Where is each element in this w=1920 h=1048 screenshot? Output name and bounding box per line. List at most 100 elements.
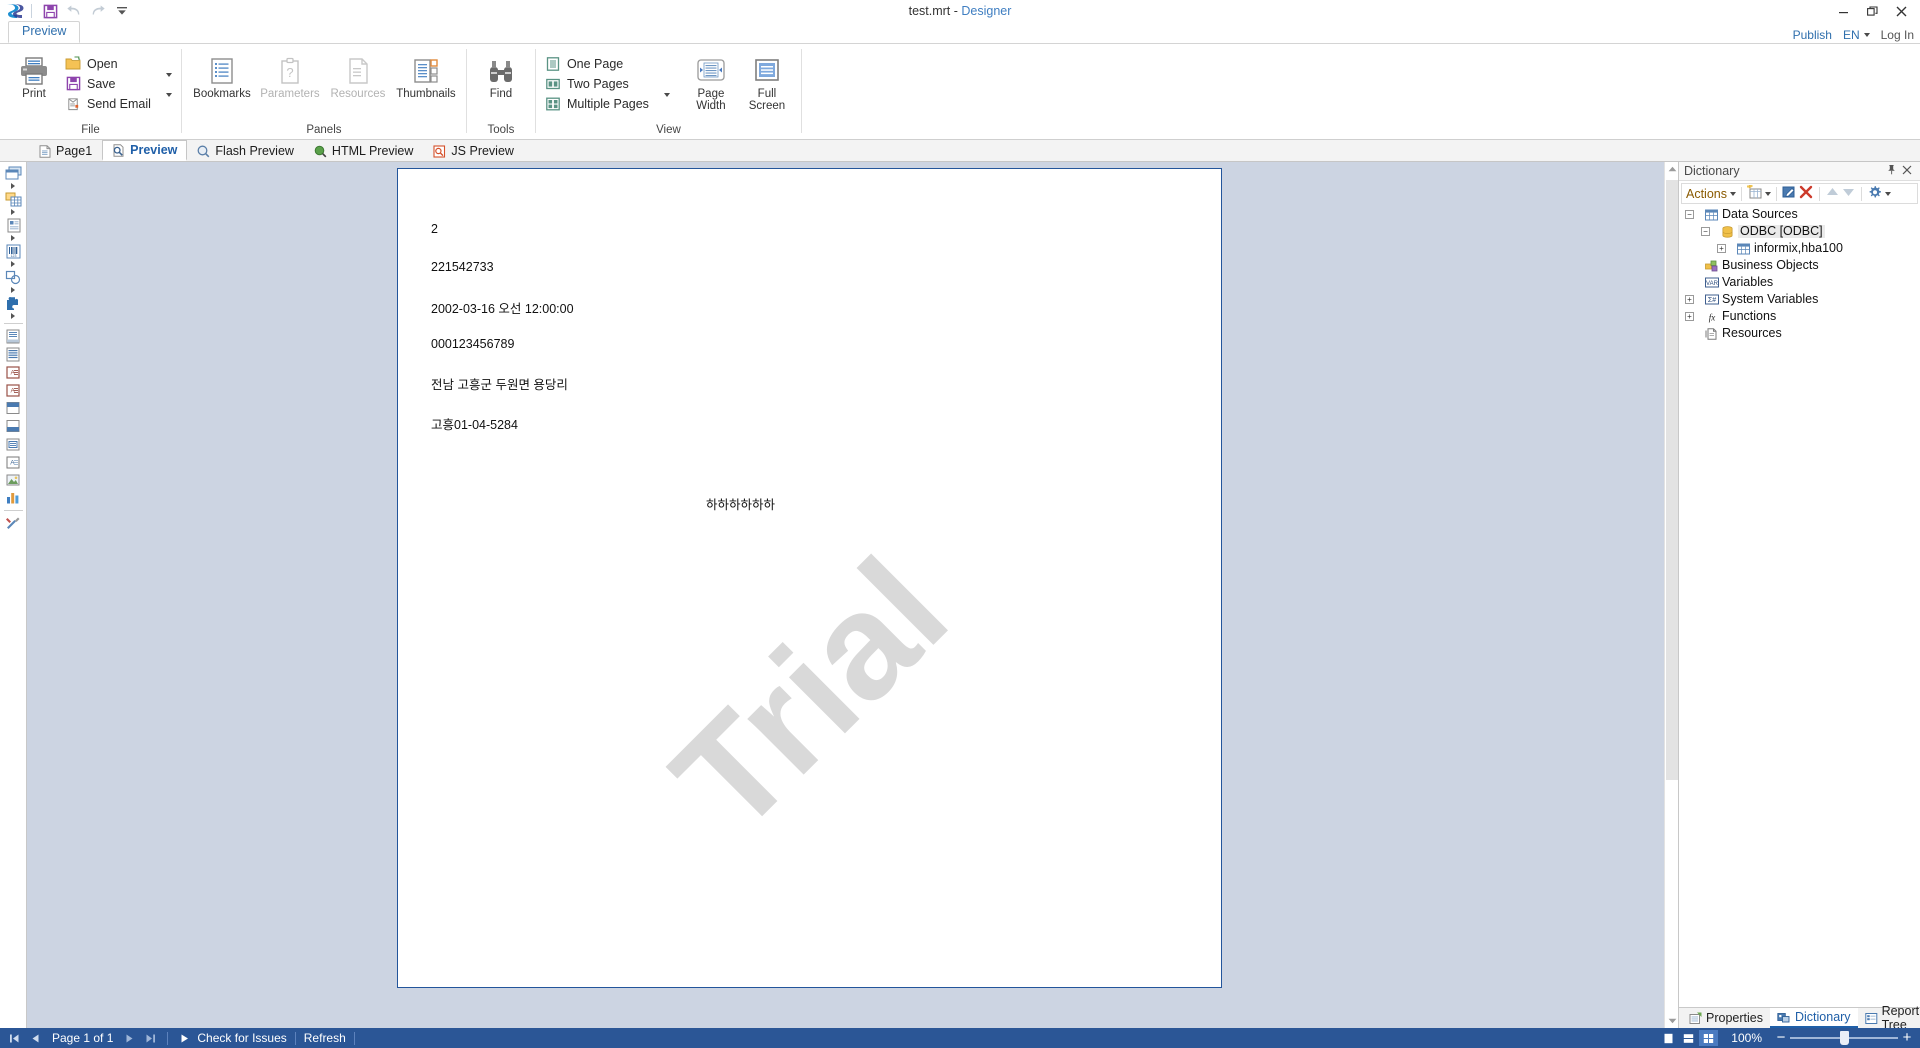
tree-node-variables[interactable]: VAR Variables bbox=[1685, 276, 1920, 289]
shape-icon[interactable] bbox=[2, 268, 24, 286]
refresh-button[interactable]: Refresh bbox=[302, 1031, 348, 1045]
language-selector[interactable]: EN bbox=[1843, 28, 1870, 42]
text-field-icon[interactable]: A bbox=[2, 453, 24, 471]
page-scroll-area[interactable]: Trial 2 221542733 2002-03-16 오선 12:00:00… bbox=[27, 162, 1678, 1028]
tab-page1[interactable]: Page1 bbox=[28, 140, 103, 161]
page-width-button[interactable]: Page Width bbox=[683, 50, 739, 112]
bookmarks-button[interactable]: Bookmarks bbox=[188, 50, 256, 100]
rich-text-icon[interactable]: A bbox=[2, 381, 24, 399]
report-title-band-icon[interactable] bbox=[2, 327, 24, 345]
text-box-icon[interactable]: A bbox=[2, 363, 24, 381]
parameters-button[interactable]: ? Parameters bbox=[256, 50, 324, 100]
panel-fill-bottom-icon[interactable] bbox=[2, 417, 24, 435]
panel-tab-dictionary[interactable]: Dictionary bbox=[1769, 1008, 1858, 1028]
find-button[interactable]: Find bbox=[473, 50, 529, 100]
gear-icon[interactable] bbox=[1868, 185, 1882, 202]
chevron-down-icon[interactable] bbox=[1730, 191, 1736, 196]
save-icon[interactable] bbox=[39, 1, 61, 21]
chevron-down-icon[interactable] bbox=[1765, 191, 1771, 196]
puzzle-dropdown-arrow[interactable] bbox=[2, 312, 24, 320]
restore-button[interactable] bbox=[1858, 1, 1887, 21]
cross-tab-icon[interactable] bbox=[2, 216, 24, 234]
puzzle-plugin-icon[interactable] bbox=[2, 294, 24, 312]
tree-node-functions[interactable]: + fx Functions bbox=[1685, 310, 1920, 323]
panel-component-dropdown-arrow[interactable] bbox=[2, 182, 24, 190]
barcode-dropdown-arrow[interactable] bbox=[2, 260, 24, 268]
tree-node-odbc[interactable]: − ODBC [ODBC] bbox=[1685, 225, 1920, 238]
tree-node-informix-hba100[interactable]: + informix,hba100 bbox=[1685, 242, 1920, 255]
view-single-page-icon[interactable] bbox=[1659, 1030, 1678, 1046]
tree-node-data-sources[interactable]: − Data Sources bbox=[1685, 208, 1920, 221]
tree-node-business-objects[interactable]: Business Objects bbox=[1685, 259, 1920, 272]
delete-x-icon[interactable] bbox=[1799, 185, 1813, 202]
panel-component-icon[interactable] bbox=[2, 164, 24, 182]
scrollbar-thumb[interactable] bbox=[1666, 180, 1678, 780]
chevron-down-icon[interactable] bbox=[1885, 191, 1891, 196]
sub-report-icon[interactable] bbox=[2, 435, 24, 453]
save-button[interactable]: Save bbox=[62, 72, 175, 93]
send-email-button[interactable]: Send Email bbox=[62, 92, 175, 113]
zoom-in-button[interactable]: + bbox=[1898, 1030, 1916, 1045]
view-split-icon[interactable] bbox=[1679, 1030, 1698, 1046]
move-down-arrow-icon[interactable] bbox=[1842, 186, 1855, 201]
undo-icon[interactable] bbox=[63, 1, 85, 21]
pin-icon[interactable] bbox=[1883, 164, 1899, 178]
close-icon[interactable] bbox=[1899, 164, 1915, 178]
data-band-dropdown-arrow[interactable] bbox=[2, 208, 24, 216]
open-button[interactable]: Open bbox=[62, 54, 175, 73]
tools-wrench-icon[interactable] bbox=[2, 514, 24, 532]
scroll-up-arrow-icon[interactable] bbox=[1665, 162, 1678, 176]
publish-link[interactable]: Publish bbox=[1793, 28, 1832, 42]
zoom-slider-track[interactable] bbox=[1790, 1031, 1898, 1045]
close-button[interactable] bbox=[1887, 1, 1916, 21]
move-up-arrow-icon[interactable] bbox=[1826, 186, 1839, 201]
send-email-dropdown-arrow[interactable] bbox=[157, 92, 172, 111]
barcode-icon[interactable]: 123 bbox=[2, 242, 24, 260]
shape-dropdown-arrow[interactable] bbox=[2, 286, 24, 294]
full-screen-button[interactable]: Full Screen bbox=[739, 50, 795, 112]
tree-node-resources[interactable]: Resources bbox=[1685, 327, 1920, 340]
last-page-icon[interactable] bbox=[140, 1029, 161, 1047]
expander-expand-icon[interactable]: + bbox=[1685, 295, 1694, 304]
zoom-level-label[interactable]: 100% bbox=[1719, 1031, 1772, 1045]
vertical-scrollbar[interactable] bbox=[1664, 162, 1678, 1028]
data-band-icon[interactable] bbox=[2, 190, 24, 208]
edit-pencil-icon[interactable] bbox=[1782, 185, 1796, 202]
image-icon[interactable] bbox=[2, 471, 24, 489]
tab-js-preview[interactable]: JS Preview bbox=[423, 140, 524, 161]
two-pages-button[interactable]: Two Pages bbox=[542, 74, 673, 93]
save-dropdown-arrow[interactable] bbox=[157, 72, 172, 91]
expander-collapse-icon[interactable]: − bbox=[1701, 227, 1710, 236]
run-play-icon[interactable] bbox=[174, 1029, 195, 1047]
multiple-pages-dropdown-arrow[interactable] bbox=[655, 92, 670, 111]
ribbon-tab-preview[interactable]: Preview bbox=[8, 21, 81, 43]
expander-collapse-icon[interactable]: − bbox=[1685, 210, 1694, 219]
expander-expand-icon[interactable]: + bbox=[1717, 244, 1726, 253]
prev-page-icon[interactable] bbox=[25, 1029, 46, 1047]
panel-fill-top-icon[interactable] bbox=[2, 399, 24, 417]
check-for-issues-button[interactable]: Check for Issues bbox=[195, 1031, 288, 1045]
next-page-icon[interactable] bbox=[119, 1029, 140, 1047]
actions-menu-label[interactable]: Actions bbox=[1686, 187, 1727, 201]
minimize-button[interactable] bbox=[1829, 1, 1858, 21]
new-item-icon[interactable] bbox=[1747, 185, 1762, 202]
tree-node-system-variables[interactable]: + Σ# System Variables bbox=[1685, 293, 1920, 306]
zoom-out-button[interactable]: − bbox=[1772, 1030, 1790, 1045]
first-page-icon[interactable] bbox=[4, 1029, 25, 1047]
tab-html-preview[interactable]: HTML Preview bbox=[303, 140, 424, 161]
tab-flash-preview[interactable]: Flash Preview bbox=[187, 140, 304, 161]
resources-button[interactable]: Resources bbox=[324, 50, 392, 100]
zoom-slider[interactable]: − + bbox=[1772, 1030, 1916, 1045]
panel-tab-properties[interactable]: Properties bbox=[1681, 1008, 1770, 1028]
report-page[interactable]: Trial 2 221542733 2002-03-16 오선 12:00:00… bbox=[397, 168, 1222, 988]
redo-icon[interactable] bbox=[87, 1, 109, 21]
customize-quick-access-icon[interactable] bbox=[111, 1, 133, 21]
thumbnails-button[interactable]: Thumbnails bbox=[392, 50, 460, 100]
tab-preview[interactable]: Preview bbox=[102, 140, 188, 161]
panel-tab-report-tree[interactable]: Report Tree bbox=[1858, 1004, 1920, 1032]
header-band-icon[interactable] bbox=[2, 345, 24, 363]
print-button[interactable]: Print bbox=[6, 50, 62, 100]
view-grid-icon[interactable] bbox=[1699, 1030, 1719, 1046]
zoom-slider-thumb[interactable] bbox=[1840, 1031, 1849, 1045]
expander-expand-icon[interactable]: + bbox=[1685, 312, 1694, 321]
